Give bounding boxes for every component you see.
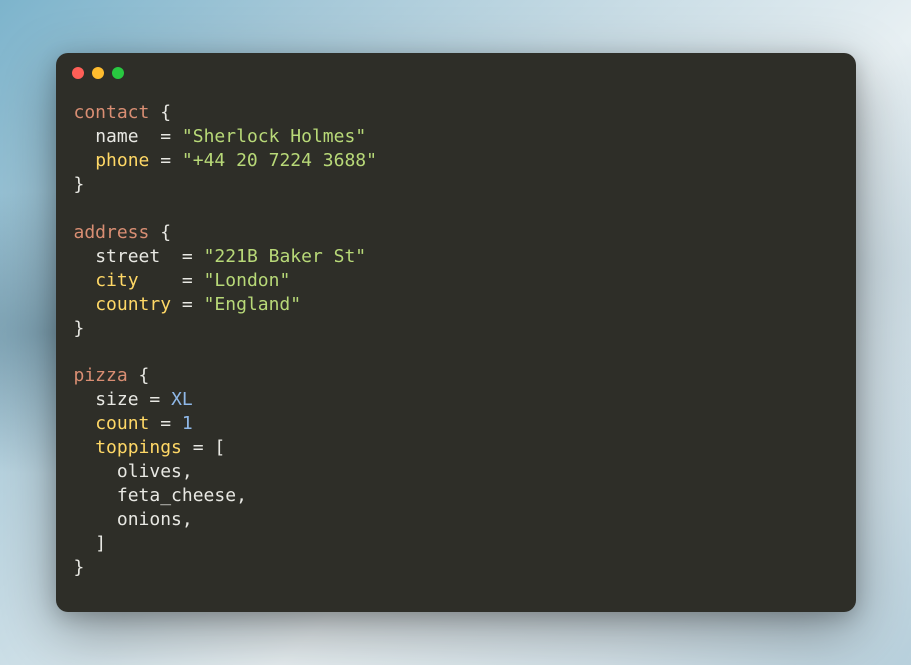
equals: = [193,437,204,458]
equals: = [149,389,160,410]
comma: , [236,485,247,506]
brace-close: } [74,318,85,339]
window-titlebar [56,53,856,93]
string-value: "England" [204,294,302,315]
equals: = [182,294,193,315]
string-value: "London" [204,270,291,291]
block-keyword-contact: contact [74,102,150,123]
prop-street: street [95,246,160,267]
prop-country: country [95,294,171,315]
prop-phone: phone [95,150,149,171]
string-value: "Sherlock Holmes" [182,126,366,147]
list-item: feta_cheese [117,485,236,506]
bracket-open: [ [214,437,225,458]
enum-value: XL [171,389,193,410]
list-item: olives [117,461,182,482]
block-keyword-address: address [74,222,150,243]
equals: = [160,150,171,171]
brace-open: { [160,222,171,243]
minimize-icon[interactable] [92,67,104,79]
brace-open: { [160,102,171,123]
code-content: contact { name = "Sherlock Holmes" phone… [56,93,856,584]
prop-toppings: toppings [95,437,182,458]
comma: , [182,509,193,530]
terminal-window: contact { name = "Sherlock Holmes" phone… [56,53,856,612]
maximize-icon[interactable] [112,67,124,79]
prop-name: name [95,126,138,147]
equals: = [182,246,193,267]
block-keyword-pizza: pizza [74,365,128,386]
string-value: "221B Baker St" [204,246,367,267]
brace-close: } [74,174,85,195]
prop-count: count [95,413,149,434]
brace-open: { [139,365,150,386]
close-icon[interactable] [72,67,84,79]
string-value: "+44 20 7224 3688" [182,150,377,171]
number-value: 1 [182,413,193,434]
bracket-close: ] [95,533,106,554]
prop-size: size [95,389,138,410]
comma: , [182,461,193,482]
equals: = [160,126,171,147]
equals: = [182,270,193,291]
list-item: onions [117,509,182,530]
brace-close: } [74,557,85,578]
equals: = [160,413,171,434]
prop-city: city [95,270,138,291]
